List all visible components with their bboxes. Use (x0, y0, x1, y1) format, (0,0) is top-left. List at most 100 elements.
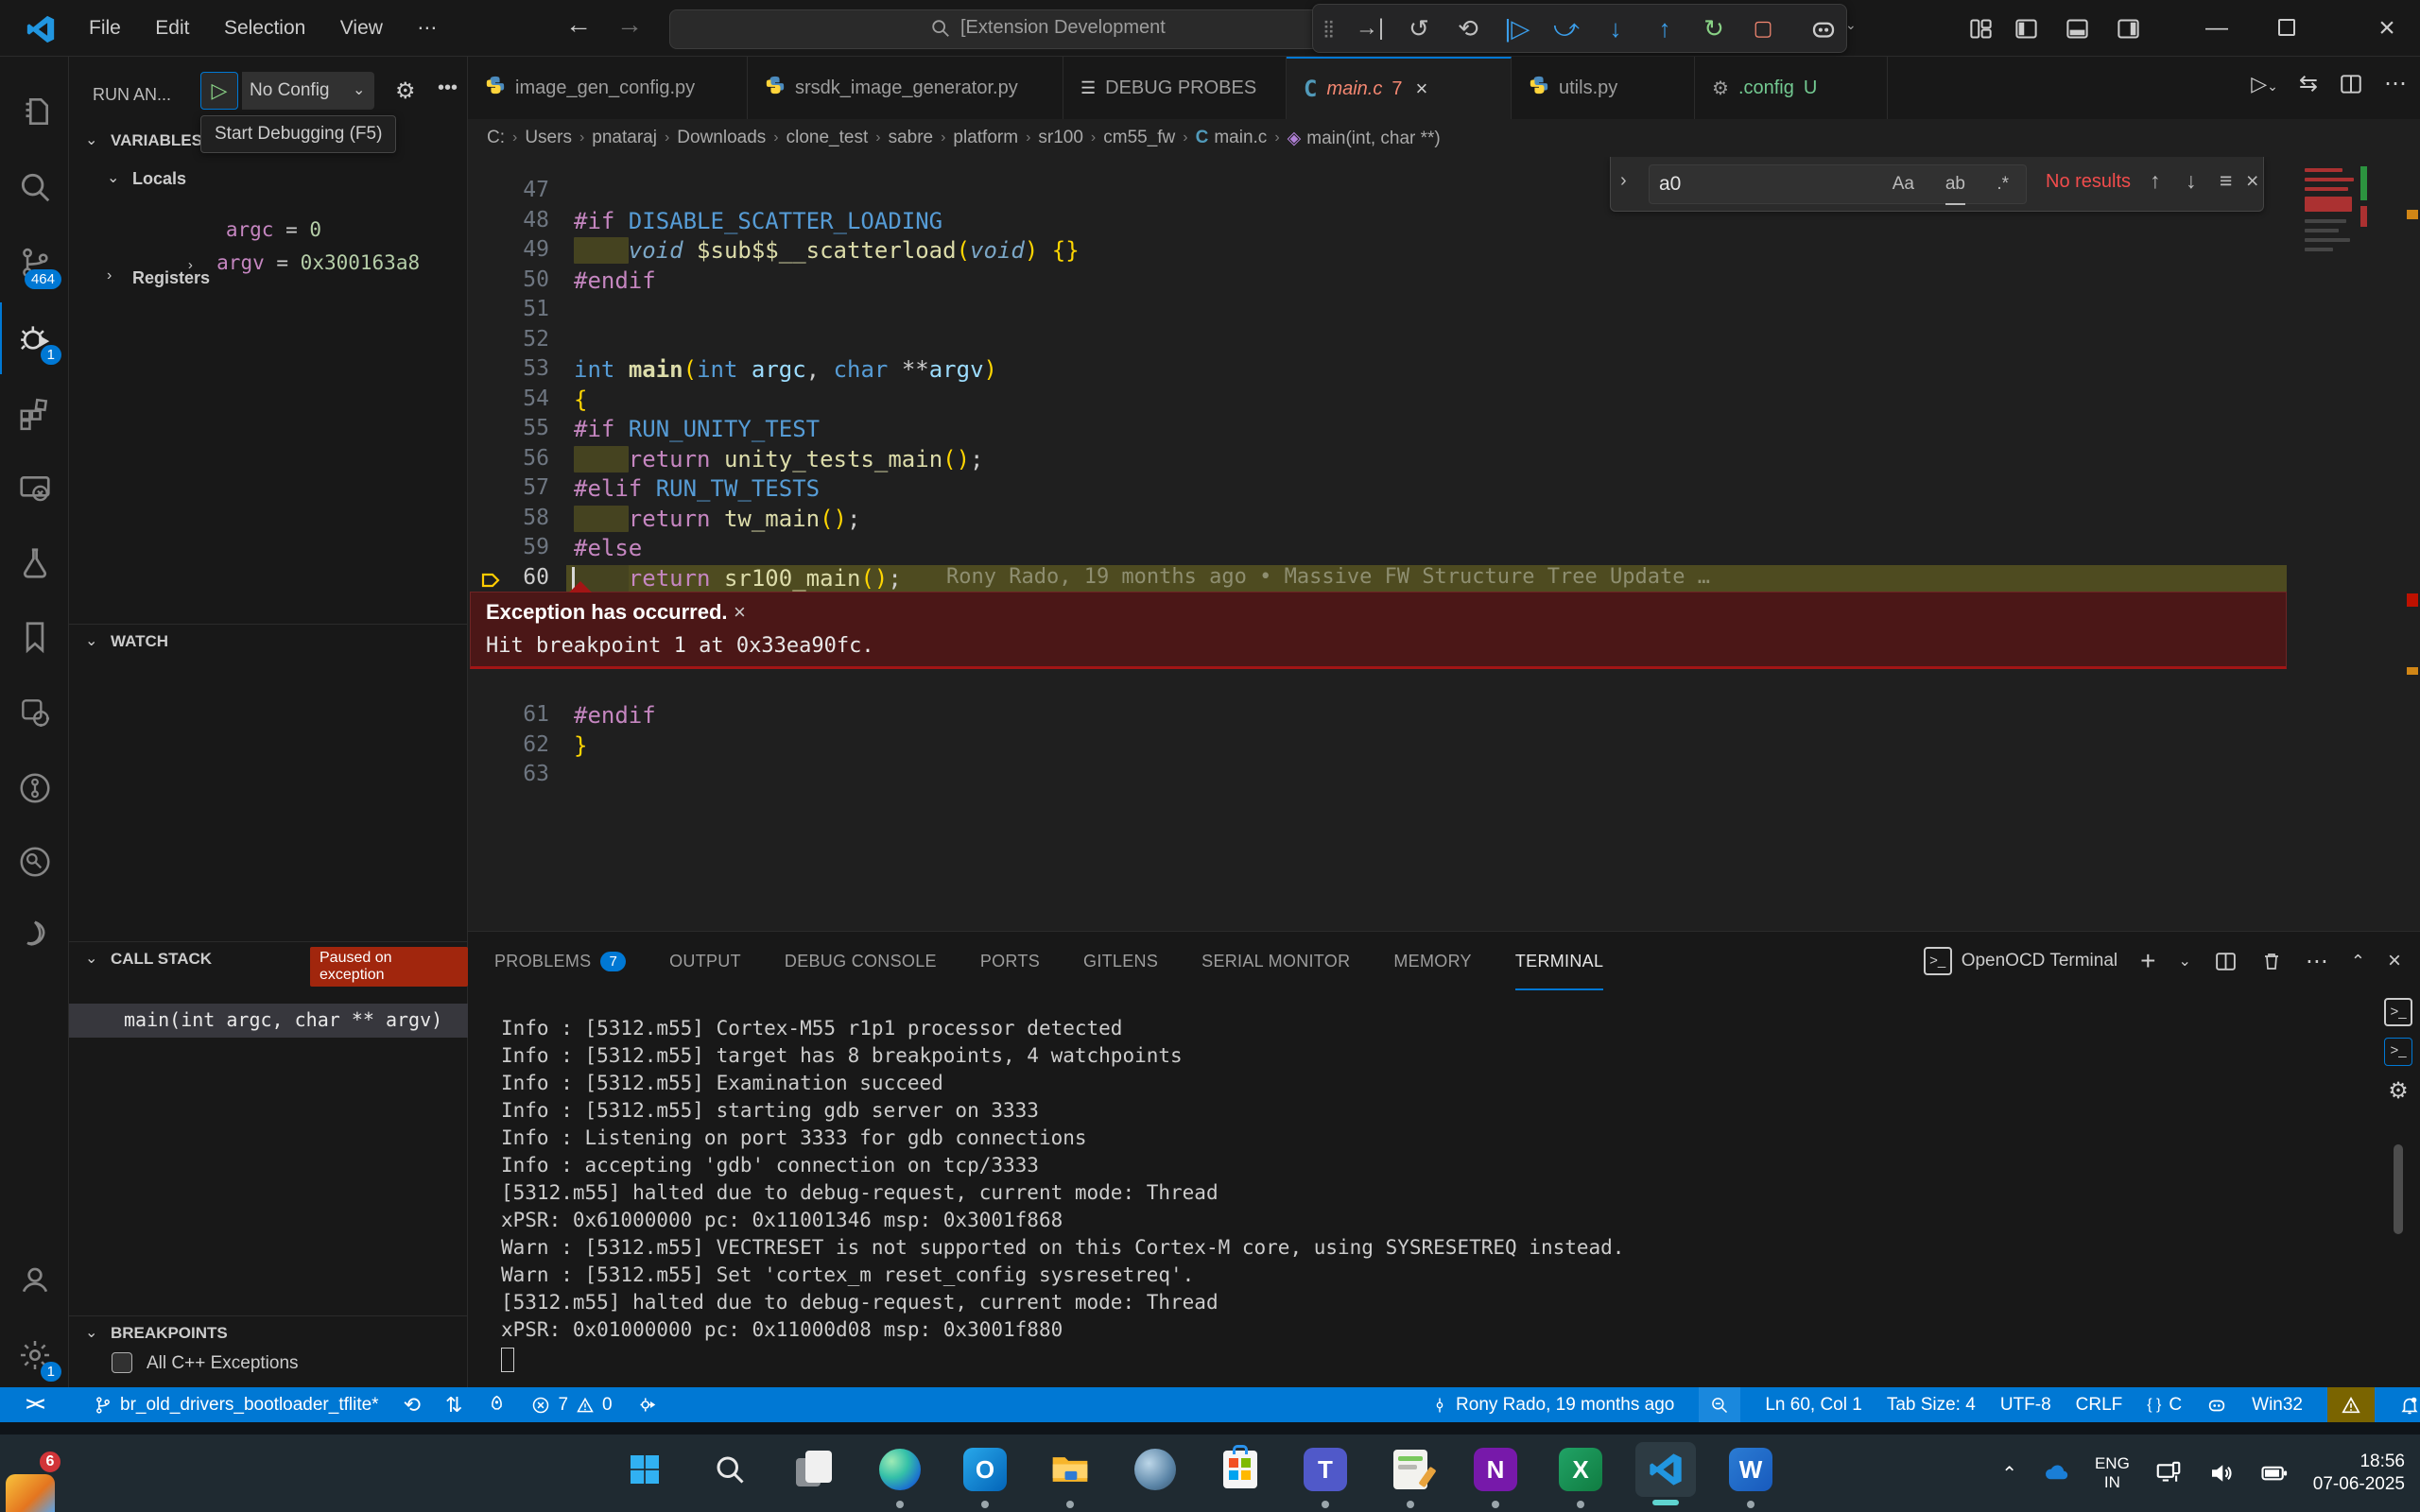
search-icon[interactable] (0, 151, 69, 223)
kill-terminal-icon[interactable] (2260, 950, 2283, 972)
copilot-chevron-icon[interactable]: ⌄ (1845, 17, 1857, 33)
jira-icon[interactable] (0, 900, 69, 971)
step-over-icon[interactable]: ⤻ (1546, 13, 1587, 43)
encoding-status[interactable]: UTF-8 (2000, 1395, 2051, 1416)
panel-tab-ports[interactable]: PORTS (980, 932, 1040, 990)
copilot-status-icon[interactable] (2206, 1395, 2227, 1416)
breadcrumb-item[interactable]: clone_test (786, 128, 869, 148)
start-debugging-button[interactable]: ▷ (200, 72, 238, 110)
breakpoint-checkbox[interactable] (112, 1352, 132, 1373)
compare-icon[interactable]: ⇅ (445, 1393, 462, 1418)
gitlens-inspect-icon[interactable] (0, 826, 69, 898)
terminal-scrollbar[interactable] (2394, 1144, 2403, 1234)
taskbar-outlook-icon[interactable]: O (955, 1442, 1015, 1497)
toggle-secondary-sidebar-icon[interactable] (2116, 16, 2141, 42)
customize-layout-icon[interactable] (1968, 16, 1994, 42)
line-number[interactable]: 47 (468, 178, 549, 202)
gitlens-icon[interactable] (0, 752, 69, 824)
tab-utils-py[interactable]: utils.py (1512, 57, 1695, 119)
copilot-icon[interactable] (1809, 15, 1838, 43)
line-number[interactable]: 54 (468, 387, 549, 411)
menu-edit[interactable]: Edit (140, 0, 204, 57)
taskbar-microsoft-store-icon[interactable] (1210, 1442, 1270, 1497)
refresh-icon[interactable]: ⟲ (1447, 14, 1489, 43)
debug-gear-status-icon[interactable] (637, 1395, 657, 1415)
cursor-position-status[interactable]: Ln 60, Col 1 (1765, 1395, 1861, 1416)
nav-forward-icon[interactable]: → (616, 9, 643, 40)
language-status[interactable]: { }C (2147, 1395, 2182, 1416)
panel-tab-memory[interactable]: MEMORY (1393, 932, 1471, 990)
line-number[interactable]: 51 (468, 297, 549, 321)
close-button[interactable]: × (2354, 0, 2420, 57)
terminal-output[interactable]: Info : [5312.m55] Cortex-M55 r1p1 proces… (501, 1015, 2354, 1372)
remote-indicator[interactable]: >< (0, 1387, 69, 1422)
input-language-indicator[interactable]: ENGIN (2095, 1454, 2130, 1492)
remote-explorer-icon[interactable] (0, 454, 69, 525)
nav-back-icon[interactable]: ← (565, 9, 592, 40)
taskbar-task-view-icon[interactable] (785, 1442, 845, 1497)
terminal-list-item[interactable]: >_ (2384, 998, 2412, 1026)
taskbar-browser-globe-icon[interactable] (1125, 1442, 1185, 1497)
run-and-debug-icon[interactable]: 1 (0, 302, 69, 374)
commit-blame-status[interactable]: Rony Rado, 19 months ago (1431, 1395, 1674, 1416)
platform-status[interactable]: Win32 (2252, 1395, 2303, 1416)
whole-word-icon[interactable]: ab (1945, 165, 1965, 205)
panel-tab-problems[interactable]: PROBLEMS7 (494, 932, 626, 990)
explorer-icon[interactable] (0, 76, 69, 147)
breadcrumb-item[interactable]: Cmain.c (1196, 128, 1268, 148)
step-into-icon[interactable]: ↓ (1595, 14, 1636, 43)
line-number[interactable]: 56 (468, 446, 549, 471)
line-number[interactable]: 57 (468, 475, 549, 500)
notifications-bell-icon[interactable] (2399, 1395, 2420, 1416)
bookmarks-icon[interactable] (0, 601, 69, 673)
new-terminal-icon[interactable]: + (2140, 946, 2155, 976)
extensions-icon[interactable] (0, 378, 69, 450)
callstack-section-header[interactable]: ⌄CALL STACK Paused on exception (69, 943, 468, 975)
source-control-icon[interactable]: 464 (0, 227, 69, 299)
find-next-icon[interactable]: ↓ (2186, 168, 2197, 194)
close-panel-icon[interactable]: × (2388, 948, 2401, 974)
compare-changes-icon[interactable]: ⇆ (2299, 70, 2318, 97)
taskbar-word-icon[interactable]: W (1720, 1442, 1781, 1497)
taskbar-search-icon[interactable] (700, 1442, 760, 1497)
taskbar-excel-icon[interactable]: X (1550, 1442, 1611, 1497)
terminal-title[interactable]: >_ OpenOCD Terminal (1924, 947, 2118, 975)
minimap[interactable] (2305, 161, 2360, 558)
split-editor-icon[interactable] (2339, 72, 2363, 96)
taskbar-vscode-icon[interactable] (1635, 1442, 1696, 1497)
line-number[interactable]: 53 (468, 356, 549, 381)
sync-icon[interactable]: ⟲ (404, 1393, 421, 1418)
breadcrumb-item[interactable]: pnataraj (592, 128, 657, 148)
regex-icon[interactable]: .* (1996, 165, 2009, 203)
run-to-line-icon[interactable]: →| (1349, 15, 1391, 42)
step-out-icon[interactable]: ↑ (1644, 14, 1685, 43)
warning-status-box[interactable] (2327, 1387, 2375, 1422)
volume-icon[interactable] (2207, 1459, 2236, 1487)
tab-size-status[interactable]: Tab Size: 4 (1887, 1395, 1976, 1416)
tray-chevron-icon[interactable]: ⌃ (2001, 1462, 2017, 1486)
taskbar-onenote-icon[interactable]: N (1465, 1442, 1526, 1497)
panel-tab-gitlens[interactable]: GITLENS (1083, 932, 1158, 990)
continue-icon[interactable]: |▷ (1496, 14, 1538, 43)
restart-icon[interactable]: ↻ (1693, 14, 1735, 43)
rocket-icon[interactable] (487, 1395, 507, 1415)
split-terminal-icon[interactable] (2214, 950, 2238, 973)
line-number[interactable]: 59 (468, 535, 549, 559)
toggle-panel-icon[interactable] (2065, 16, 2090, 42)
panel-more-icon[interactable]: ⋯ (2306, 948, 2328, 975)
line-number[interactable]: 58 (468, 506, 549, 530)
problems-status[interactable]: 7 0 (531, 1395, 612, 1416)
terminal-dropdown-icon[interactable]: ⌄ (2178, 952, 2190, 971)
terminal-settings-gear-icon[interactable]: ⚙ (2384, 1077, 2412, 1105)
editor-more-actions-icon[interactable]: ⋯ (2384, 70, 2407, 97)
line-number[interactable]: 55 (468, 416, 549, 440)
line-number[interactable]: 50 (468, 267, 549, 292)
breadcrumb-item[interactable]: Users (525, 128, 572, 148)
taskbar-start-icon[interactable] (614, 1442, 675, 1497)
eol-status[interactable]: CRLF (2076, 1395, 2123, 1416)
menu-selection[interactable]: Selection (209, 0, 320, 57)
tab-debug-probes[interactable]: ☰DEBUG PROBES (1063, 57, 1287, 119)
line-number[interactable]: 63 (468, 762, 549, 786)
line-number[interactable]: 62 (468, 732, 549, 757)
panel-tab-serial-monitor[interactable]: SERIAL MONITOR (1201, 932, 1350, 990)
